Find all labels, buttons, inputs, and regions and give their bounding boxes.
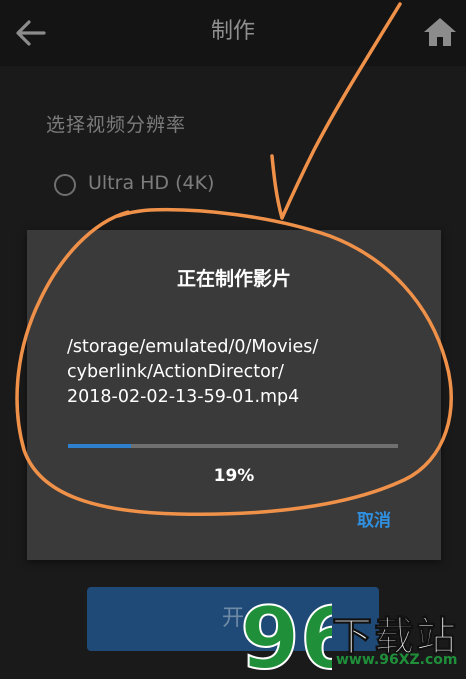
watermark-logo-icon: 96 [239, 588, 332, 678]
resolution-section-label: 选择视频分辨率 [46, 114, 187, 136]
home-icon[interactable] [422, 14, 458, 50]
progress-bar [68, 444, 398, 448]
watermark-url: www.96XZ.com [336, 652, 458, 668]
radio-button-icon[interactable] [54, 174, 76, 196]
progress-bar-fill [68, 444, 131, 448]
cancel-button[interactable]: 取消 [357, 506, 391, 531]
top-app-bar: 制作 [0, 0, 466, 66]
progress-percent: 19% [213, 466, 255, 486]
output-file-path: /storage/emulated/0/Movies/ cyberlink/Ac… [67, 335, 407, 410]
watermark-logo-text: 96 [240, 589, 332, 678]
path-line: 2018-02-02-13-59-01.mp4 [67, 387, 300, 407]
producing-dialog: 正在制作影片 /storage/emulated/0/Movies/ cyber… [27, 230, 441, 560]
path-line: /storage/emulated/0/Movies/ [67, 337, 319, 357]
resolution-option-label: Ultra HD (4K) [88, 172, 215, 194]
path-line: cyberlink/ActionDirector/ [67, 362, 284, 382]
page-title: 制作 [210, 19, 255, 44]
dialog-title: 正在制作影片 [176, 268, 291, 290]
watermark: 96 下载站 www.96XZ.com [236, 588, 464, 678]
